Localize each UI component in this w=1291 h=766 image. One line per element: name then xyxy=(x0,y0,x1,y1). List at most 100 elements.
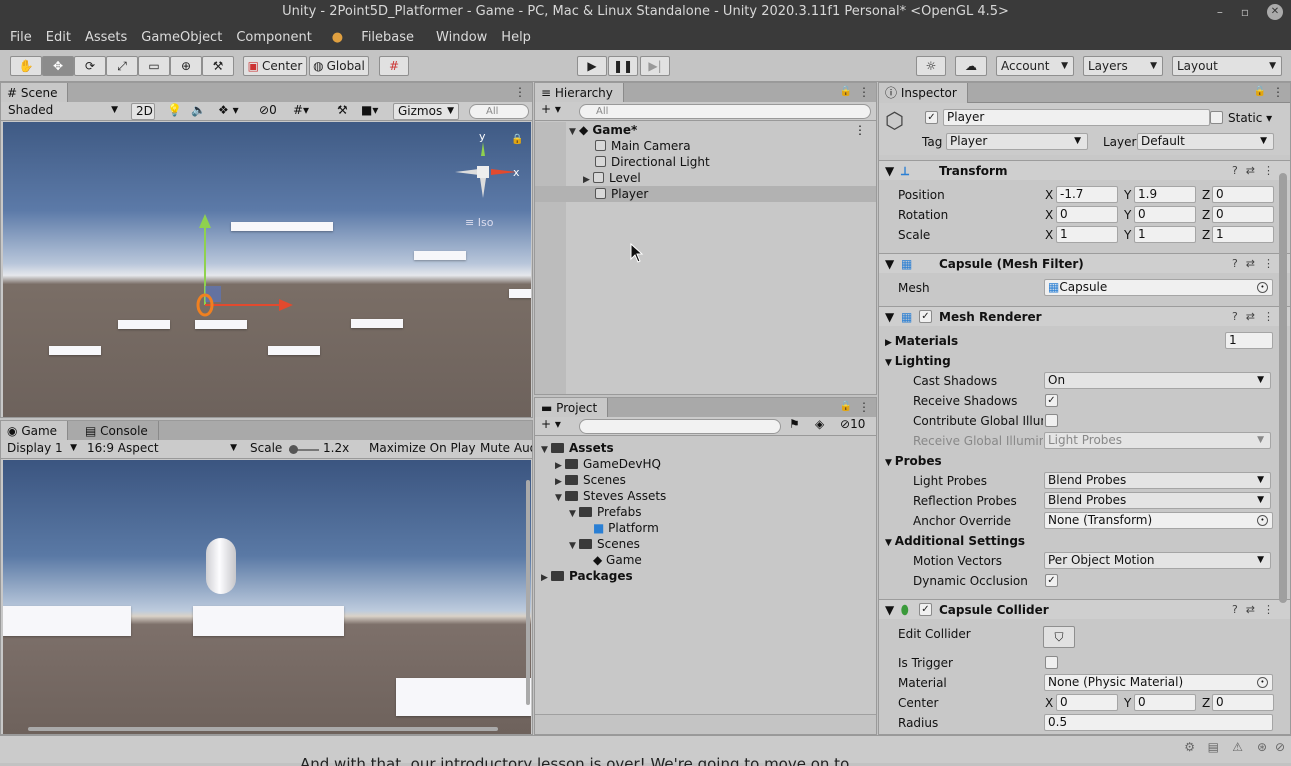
menu-file[interactable]: File xyxy=(4,30,38,45)
menu-gameobject[interactable]: GameObject xyxy=(135,30,228,45)
object-picker-icon[interactable]: • xyxy=(1257,282,1268,293)
expand-arrow-icon[interactable]: ▶ xyxy=(541,570,551,586)
tab-scene[interactable]: # Scene xyxy=(1,83,69,103)
custom-tool-icon[interactable]: ⚒ xyxy=(202,56,234,76)
hidden-objects-icon[interactable]: ⊘0 xyxy=(259,103,277,117)
account-dropdown[interactable]: Account ▼ xyxy=(996,56,1074,76)
hidden-packages-icon[interactable]: ⊘10 xyxy=(840,417,865,431)
minimize-button[interactable]: – xyxy=(1217,5,1223,19)
component-menu-icons[interactable]: ?⇄⋮ xyxy=(1232,600,1282,620)
kebab-menu-icon[interactable]: ⋮ xyxy=(514,85,526,99)
tag-dropdown[interactable]: Player ▼ xyxy=(946,133,1088,150)
mute-audio-toggle[interactable]: Mute Aud xyxy=(480,441,532,455)
close-button[interactable]: ✕ xyxy=(1267,4,1283,20)
lock-icon[interactable]: 🔒 xyxy=(1254,86,1266,97)
scale-y-field[interactable]: 1 xyxy=(1134,226,1196,243)
materials-count-field[interactable]: 1 xyxy=(1225,332,1273,349)
scale-slider[interactable] xyxy=(289,445,319,454)
anchor-override-field[interactable]: None (Transform) • xyxy=(1044,512,1273,529)
position-z-field[interactable]: 0 xyxy=(1212,186,1274,203)
scene-viewport[interactable]: y x 🔒 ≡ Iso xyxy=(3,122,531,417)
kebab-menu-icon[interactable]: ⋮ xyxy=(858,400,870,414)
effects-toggle-icon[interactable]: ❖ ▾ xyxy=(218,103,239,117)
grid-snap-icon[interactable]: # xyxy=(379,56,409,76)
scale-tool-icon[interactable]: ⤢ xyxy=(106,56,138,76)
pivot-global-button[interactable]: ◍ Global xyxy=(309,56,369,76)
rotate-tool-icon[interactable]: ⟳ xyxy=(74,56,106,76)
hierarchy-item-directional-light[interactable]: Directional Light xyxy=(535,154,876,170)
project-item-gamedevhq[interactable]: ▶ GameDevHQ xyxy=(535,456,876,472)
project-item-scenes[interactable]: ▶ Scenes xyxy=(535,472,876,488)
component-menu-icons[interactable]: ?⇄⋮ xyxy=(1232,161,1282,181)
reflection-probes-dropdown[interactable]: Blend Probes ▼ xyxy=(1044,492,1271,509)
scale-x-field[interactable]: 1 xyxy=(1056,226,1118,243)
transform-tool-icon[interactable]: ⊕ xyxy=(170,56,202,76)
step-button[interactable]: ▶| xyxy=(640,56,670,76)
tab-console[interactable]: ▤ Console xyxy=(79,421,159,441)
hierarchy-item-main-camera[interactable]: Main Camera xyxy=(535,138,876,154)
object-picker-icon[interactable]: • xyxy=(1257,515,1268,526)
foldout-arrow-icon[interactable]: ▼ xyxy=(885,307,894,327)
radius-field[interactable]: 0.5 xyxy=(1044,714,1273,731)
aspect-dropdown[interactable]: 16:9 Aspect ▼ xyxy=(83,441,241,458)
project-item-packages[interactable]: ▶ Packages xyxy=(535,568,876,584)
kebab-menu-icon[interactable]: ⋮ xyxy=(1272,85,1284,99)
filter-type-icon[interactable]: ⚑ xyxy=(789,417,800,431)
foldout-arrow-icon[interactable]: ▼ xyxy=(885,600,894,620)
is-trigger-checkbox[interactable] xyxy=(1045,656,1058,669)
edit-collider-button[interactable]: ⛉ xyxy=(1043,626,1075,648)
menu-assets[interactable]: Assets xyxy=(79,30,133,45)
camera-icon[interactable]: ■▾ xyxy=(361,103,378,117)
scene-root-row[interactable]: ▼ ◆ Game* ⋮ xyxy=(535,122,876,138)
vertical-scrollbar[interactable] xyxy=(526,480,530,705)
tab-game[interactable]: ◉ Game xyxy=(1,421,69,441)
tab-project[interactable]: ▬ Project xyxy=(535,398,609,418)
lighting-foldout[interactable]: ▼ Lighting xyxy=(885,354,951,368)
move-gizmo-icon[interactable] xyxy=(183,212,303,332)
lock-icon[interactable]: 🔒 xyxy=(511,134,523,145)
hand-tool-icon[interactable]: ✋ xyxy=(10,56,42,76)
cast-shadows-dropdown[interactable]: On ▼ xyxy=(1044,372,1271,389)
position-y-field[interactable]: 1.9 xyxy=(1134,186,1196,203)
menu-help[interactable]: Help xyxy=(495,30,537,45)
pause-button[interactable]: ❚❚ xyxy=(608,56,638,76)
grid-toggle-icon[interactable]: #▾ xyxy=(293,103,309,117)
rotation-y-field[interactable]: 0 xyxy=(1134,206,1196,223)
probes-foldout[interactable]: ▼ Probes xyxy=(885,454,942,468)
game-viewport[interactable] xyxy=(3,460,531,734)
layer-dropdown[interactable]: Default ▼ xyxy=(1137,133,1274,150)
kebab-menu-icon[interactable]: ⋮ xyxy=(854,122,866,138)
hierarchy-item-player[interactable]: Player xyxy=(535,186,876,202)
horizontal-scrollbar[interactable] xyxy=(28,727,498,731)
tab-hierarchy[interactable]: ≡ Hierarchy xyxy=(535,83,624,103)
foldout-arrow-icon[interactable]: ▼ xyxy=(885,254,894,274)
center-x-field[interactable]: 0 xyxy=(1056,694,1118,711)
position-x-field[interactable]: -1.7 xyxy=(1056,186,1118,203)
material-field[interactable]: None (Physic Material) • xyxy=(1044,674,1273,691)
lighting-toggle-icon[interactable]: 💡 xyxy=(167,103,182,117)
active-checkbox[interactable]: ✓ xyxy=(925,111,938,124)
scale-z-field[interactable]: 1 xyxy=(1212,226,1274,243)
kebab-menu-icon[interactable]: ⋮ xyxy=(858,85,870,99)
tab-inspector[interactable]: ⓘ Inspector xyxy=(879,83,968,103)
layers-dropdown[interactable]: Layers ▼ xyxy=(1083,56,1163,76)
component-menu-icons[interactable]: ?⇄⋮ xyxy=(1232,254,1282,274)
audio-toggle-icon[interactable]: 🔈 xyxy=(191,103,206,117)
object-name-field[interactable]: Player xyxy=(943,109,1210,126)
motion-vectors-dropdown[interactable]: Per Object Motion ▼ xyxy=(1044,552,1271,569)
static-checkbox[interactable] xyxy=(1210,111,1223,124)
rect-tool-icon[interactable]: ▭ xyxy=(138,56,170,76)
center-z-field[interactable]: 0 xyxy=(1212,694,1274,711)
maximize-on-play-toggle[interactable]: Maximize On Play xyxy=(369,441,476,455)
menu-component[interactable]: Component xyxy=(230,30,317,45)
receive-shadows-checkbox[interactable]: ✓ xyxy=(1045,394,1058,407)
project-item-prefabs[interactable]: ▼ Prefabs xyxy=(535,504,876,520)
lock-icon[interactable]: 🔒 xyxy=(840,86,852,97)
transform-header[interactable]: ▼ ⟂ Transform ?⇄⋮ xyxy=(879,160,1290,180)
component-menu-icons[interactable]: ?⇄⋮ xyxy=(1232,307,1282,327)
project-item-game-scene[interactable]: ◆ Game xyxy=(535,552,876,568)
cloud-icon[interactable]: ☁ xyxy=(955,56,987,76)
project-item-steves-assets[interactable]: ▼ Steves Assets xyxy=(535,488,876,504)
hierarchy-item-level[interactable]: ▶ Level xyxy=(535,170,876,186)
gizmos-dropdown[interactable]: Gizmos ▼ xyxy=(393,103,459,120)
